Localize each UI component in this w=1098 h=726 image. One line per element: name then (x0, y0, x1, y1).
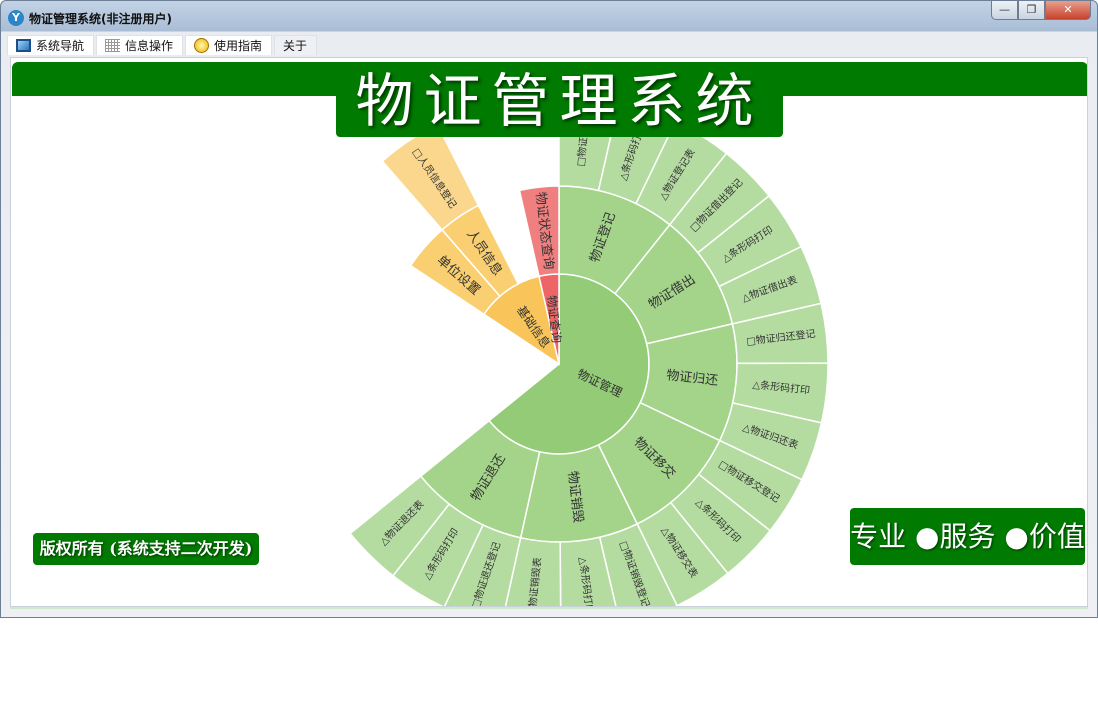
help-icon (194, 38, 210, 53)
main-panel: 物证管理 物证登记 □物证登记 △条形码打印 △物证登记表 物证借出 □物证借出登记 △条形码… (10, 57, 1088, 607)
restore-button[interactable]: ❐ (1018, 1, 1045, 20)
sunburst-segment[interactable]: 物证状态查询 (518, 185, 560, 278)
menu-label: 使用指南 (214, 39, 263, 53)
copyright-badge: 版权所有 (系统支持二次开发) (33, 533, 259, 565)
menu-label: 系统导航 (36, 39, 85, 53)
page-title: 物证管理系统 (336, 66, 783, 137)
menu-label: 关于 (283, 39, 308, 53)
menu-user-guide[interactable]: 使用指南 (185, 35, 273, 55)
sunburst-segment[interactable]: □人员信息登记 (381, 123, 480, 231)
menu-bar: 系统导航 信息操作 使用指南 关于 (7, 35, 318, 55)
menu-about[interactable]: 关于 (274, 35, 318, 55)
app-window: Y 物证管理系统(非注册用户) — ❐ ✕ 系统导航 信息操作 使用指南 关于 … (0, 0, 1098, 618)
menu-system-nav[interactable]: 系统导航 (7, 35, 95, 55)
app-logo-icon: Y (8, 10, 24, 26)
window-title: 物证管理系统(非注册用户) (29, 12, 172, 26)
monitor-icon (16, 39, 31, 52)
grid-icon (105, 39, 121, 52)
minimize-button[interactable]: — (991, 1, 1018, 20)
menu-info-ops[interactable]: 信息操作 (96, 35, 184, 55)
status-bar (10, 607, 1088, 609)
title-bar[interactable]: Y 物证管理系统(非注册用户) — ❐ ✕ (1, 1, 1097, 33)
menu-label: 信息操作 (125, 39, 174, 53)
slogan-badge: 专业 ●服务 ●价值 (850, 508, 1085, 565)
close-button[interactable]: ✕ (1045, 1, 1091, 20)
